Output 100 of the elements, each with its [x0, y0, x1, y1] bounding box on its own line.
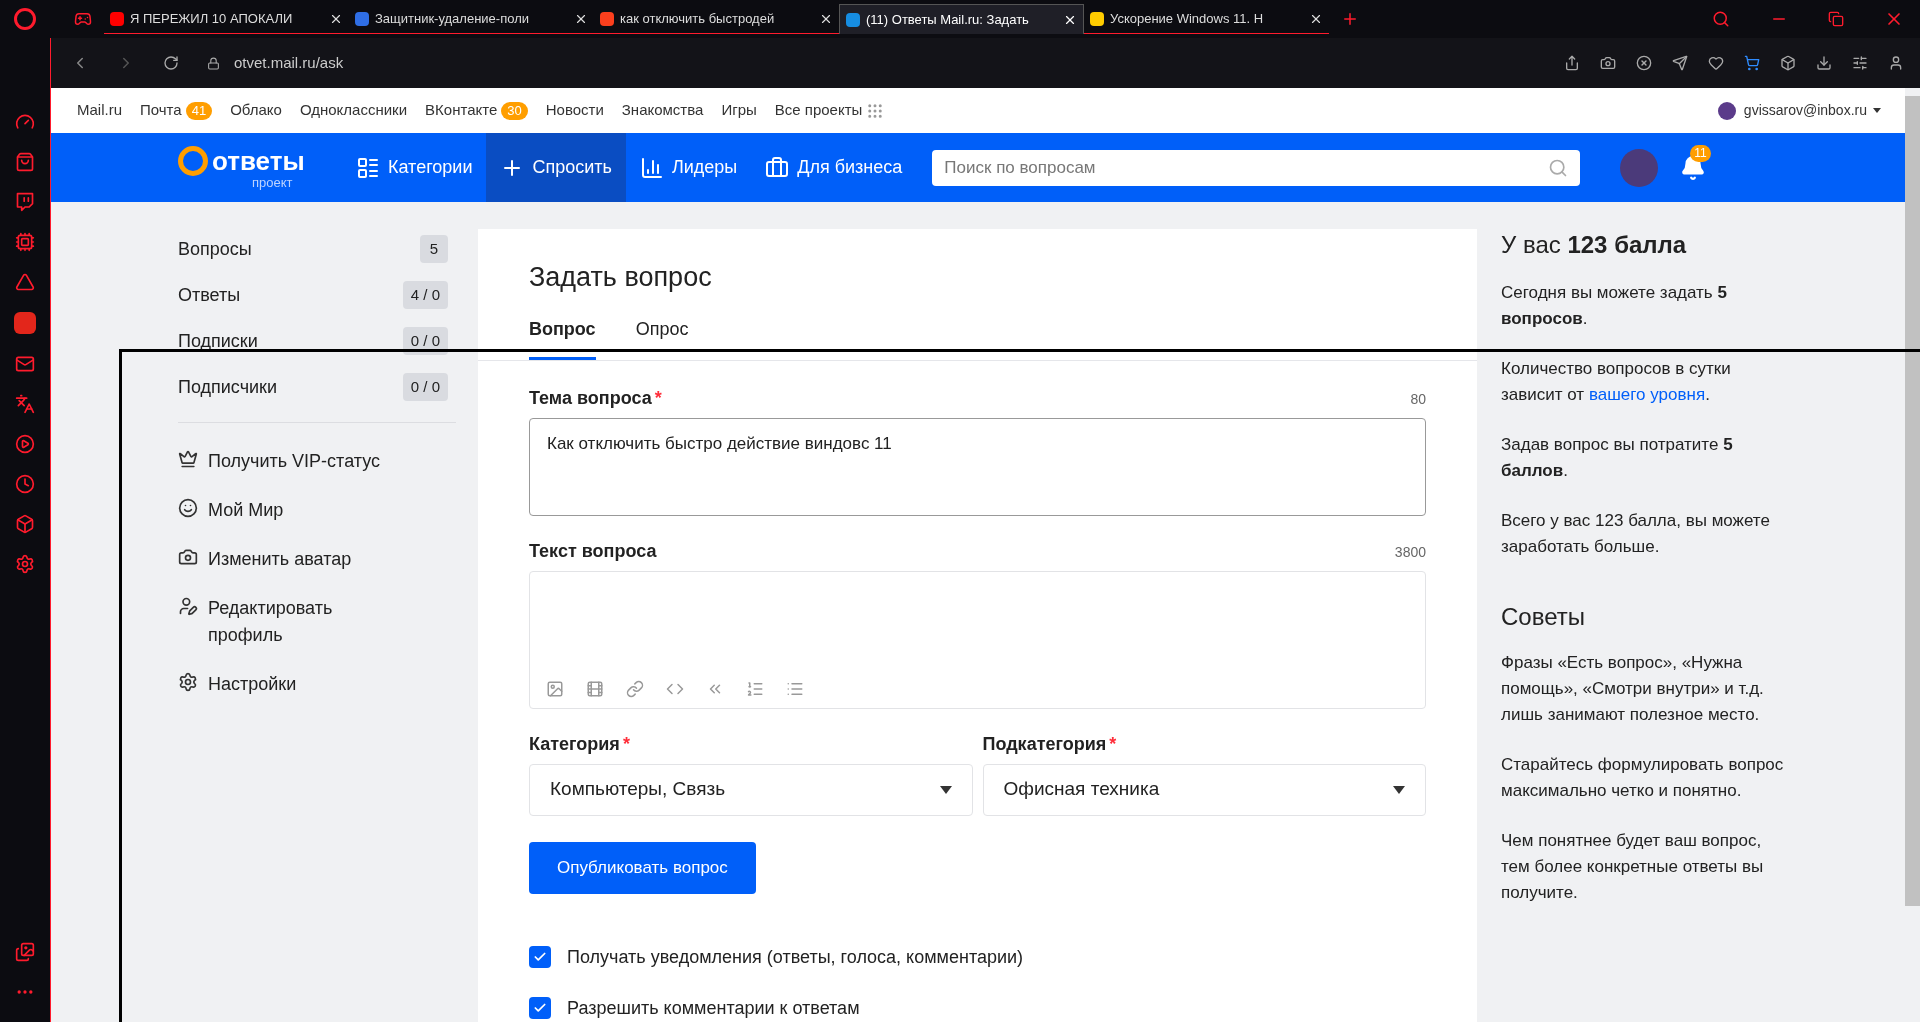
browser-tab[interactable]: (11) Ответы Mail.ru: Задать	[839, 4, 1084, 34]
camera-icon[interactable]	[1600, 55, 1616, 71]
cube-icon[interactable]	[1780, 55, 1796, 71]
heart-icon[interactable]	[1708, 55, 1724, 71]
caret-icon	[939, 785, 952, 794]
info-paragraph: Задав вопрос вы потратите 5 баллов.	[1501, 434, 1734, 482]
portal-link[interactable]: ВКонтакте 30	[425, 99, 528, 122]
dropdown-select[interactable]: Офисная техника	[982, 763, 1426, 816]
tip-paragraph: Фразы «Есть вопрос», «Нужна помощь», «Смотри внутри» и т.д. лишь занимают полезное место.	[1501, 652, 1765, 726]
form-tab[interactable]: Вопрос	[529, 315, 596, 360]
scrollbar-thumb[interactable]	[1905, 96, 1920, 906]
profile-action-link[interactable]: Получить VIP-статус	[178, 437, 388, 486]
favicon-icon	[846, 12, 860, 27]
search-icon[interactable]	[1712, 10, 1730, 28]
caret-icon	[1393, 785, 1405, 794]
header-nav-item[interactable]: Лидеры	[625, 133, 752, 202]
translate-icon[interactable]	[15, 394, 35, 414]
profile-nav-item[interactable]: Подписчики 0 / 0	[178, 364, 448, 410]
portal-link[interactable]: Игры	[721, 99, 757, 122]
at-logo-icon	[178, 146, 208, 176]
mail-icon[interactable]	[15, 354, 35, 374]
avatar-icon[interactable]	[1717, 101, 1736, 120]
tip-paragraph: Старайтесь формулировать вопрос максимально четко и понятно.	[1501, 754, 1785, 802]
user-email[interactable]: gvissarov@inbox.ru	[1743, 100, 1867, 121]
publish-button[interactable]: Опубликовать вопрос	[529, 841, 756, 894]
user-edit-icon	[178, 596, 198, 616]
tab-title: как отключить быстродей	[620, 9, 776, 28]
portal-link[interactable]: Почта 41	[140, 99, 213, 122]
profile-action-link[interactable]: Мой Мир	[178, 486, 388, 535]
char-limit: 3800	[1394, 542, 1426, 562]
gamepad-icon[interactable]	[74, 10, 92, 28]
search-field[interactable]: Поиск по вопросам	[932, 149, 1581, 186]
portal-link[interactable]: Облако	[230, 99, 282, 122]
dropdown-select[interactable]: Компьютеры, Связь	[529, 763, 973, 816]
nav-label: Подписчики	[178, 375, 278, 399]
checkbox-label: Получать уведомления (ответы, голоса, комментарии)	[567, 945, 1024, 969]
images-icon[interactable]	[15, 942, 35, 962]
bar-chart-icon	[639, 155, 664, 180]
cube-icon[interactable]	[15, 514, 35, 534]
sliders-icon[interactable]	[1852, 55, 1868, 71]
settings-icon[interactable]	[15, 554, 35, 574]
send-icon[interactable]	[1672, 55, 1688, 71]
numbered-list-icon[interactable]	[746, 679, 764, 698]
portal-link[interactable]: Mail.ru	[77, 99, 122, 122]
checkbox[interactable]	[529, 997, 551, 1019]
field-label: Текст вопроса	[529, 539, 657, 563]
bag-icon[interactable]	[15, 152, 35, 172]
count-badge: 0 / 0	[402, 373, 448, 401]
form-tab[interactable]: Опрос	[635, 315, 689, 360]
grid-icon	[866, 101, 885, 120]
count-badge: 5	[420, 235, 448, 263]
crown-icon	[178, 449, 198, 469]
triangle-icon[interactable]	[15, 272, 35, 292]
user-icon[interactable]	[1888, 55, 1904, 71]
subject-input[interactable]: Как отключить быстро действие виндовс 11	[529, 417, 1426, 516]
portal-link[interactable]: Одноклассники	[299, 99, 408, 122]
profile-action-link[interactable]: Редактировать профиль	[178, 584, 388, 660]
settings-icon	[178, 672, 198, 692]
share-icon[interactable]	[1564, 55, 1580, 71]
level-link[interactable]: вашего уровня	[1588, 385, 1706, 404]
browser-tab[interactable]: как отключить быстродей	[594, 4, 839, 34]
chip-icon[interactable]	[15, 232, 35, 252]
restore-icon[interactable]	[1828, 11, 1844, 27]
browser-tab[interactable]: Ускорение Windows 11. Н	[1084, 4, 1329, 34]
caret-icon[interactable]	[1873, 108, 1881, 113]
favicon-icon	[355, 11, 369, 26]
camera-icon	[178, 547, 198, 567]
profile-action-link[interactable]: Изменить аватар	[178, 535, 388, 584]
play-icon[interactable]	[15, 434, 35, 454]
check-icon	[533, 1001, 547, 1015]
checkbox[interactable]	[529, 946, 551, 968]
portal-link[interactable]: Знакомства	[621, 99, 704, 122]
nav-label: Подписки	[178, 329, 258, 353]
profile-action-link[interactable]: Настройки	[178, 660, 388, 709]
clock-icon[interactable]	[15, 474, 35, 494]
opera-logo-icon[interactable]	[14, 8, 36, 30]
new-tab-icon[interactable]	[1341, 10, 1359, 28]
cart-icon[interactable]	[1744, 55, 1760, 71]
favicon-icon	[1090, 11, 1104, 26]
header-nav-item[interactable]: Спросить	[486, 133, 626, 202]
check-icon	[533, 950, 547, 964]
header-nav-item[interactable]: Для бизнеса	[751, 133, 917, 202]
profile-nav-item[interactable]: Вопросы 5	[178, 226, 448, 272]
block-icon[interactable]	[1636, 55, 1652, 71]
image-icon[interactable]	[546, 679, 564, 698]
gauge-icon[interactable]	[15, 112, 35, 132]
link-icon[interactable]	[626, 679, 644, 698]
portal-link[interactable]: Все проекты	[774, 99, 885, 122]
portal-link[interactable]: Новости	[545, 99, 604, 122]
download-icon[interactable]	[1816, 55, 1832, 71]
profile-nav-item[interactable]: Ответы 4 / 0	[178, 272, 448, 318]
browser-tab[interactable]: Я ПЕРЕЖИЛ 10 АПОКАЛИ	[104, 4, 349, 34]
url-text[interactable]: otvet.mail.ru/ask	[234, 51, 344, 75]
header-nav-item[interactable]: Категории	[342, 133, 487, 202]
reload-icon[interactable]	[163, 55, 179, 71]
twitch-icon[interactable]	[15, 192, 35, 212]
char-limit: 80	[1410, 389, 1426, 409]
profile-nav-item[interactable]: Подписки 0 / 0	[178, 318, 448, 364]
film-icon[interactable]	[586, 679, 604, 698]
browser-tab[interactable]: Защитник-удаление-поли	[349, 4, 594, 34]
